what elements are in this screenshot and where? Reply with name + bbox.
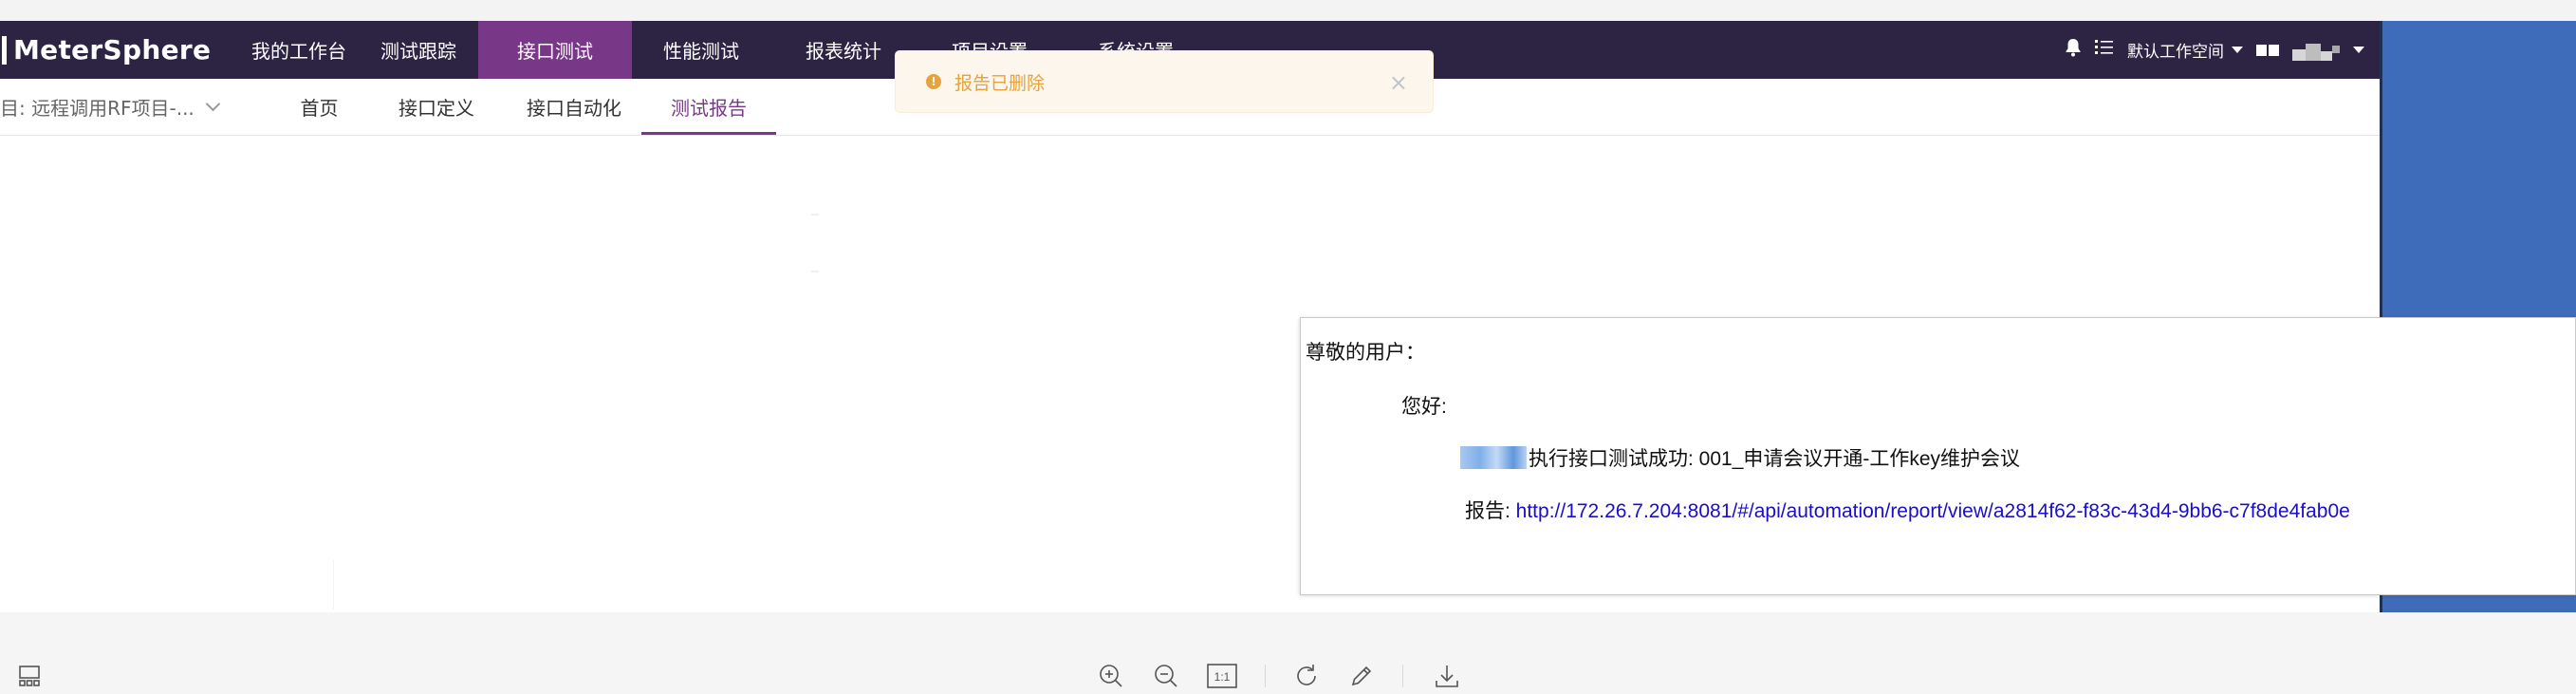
user-menu[interactable]: [2292, 40, 2364, 61]
caret-down-icon: [2353, 47, 2364, 53]
brand-mark: [2, 35, 7, 65]
toolbar-separator: [1265, 665, 1266, 687]
toast-text: 报告已删除: [954, 72, 1046, 94]
viewer-toolbar: 1:1: [0, 612, 2576, 694]
redacted-user-name: [1460, 446, 1527, 469]
subnav-item-home[interactable]: 首页: [292, 79, 346, 135]
window-top-strip: [0, 0, 2576, 21]
zoom-out-icon[interactable]: [1150, 662, 1182, 690]
menu-item-performance-test[interactable]: 性能测试: [632, 21, 770, 79]
report-link[interactable]: http://172.26.7.204:8081/#/api/automatio…: [1516, 500, 2350, 522]
workspace-selector[interactable]: 默认工作空间: [2127, 38, 2243, 62]
rotate-icon[interactable]: [1290, 662, 1323, 690]
language-icon[interactable]: [2256, 44, 2279, 56]
menu-item-api-test[interactable]: 接口测试: [478, 21, 632, 79]
email-report-line: 报告: http://172.26.7.204:8081/#/api/autom…: [1465, 496, 2350, 524]
actual-size-label: 1:1: [1214, 670, 1231, 684]
caret-down-icon: [2232, 47, 2243, 53]
project-name: 目: 远程调用RF项目-...: [0, 97, 195, 120]
download-icon[interactable]: [1431, 662, 1463, 690]
report-label: 报告:: [1465, 500, 1516, 522]
subnav-item-test-report[interactable]: 测试报告: [641, 79, 776, 135]
divider: [811, 214, 819, 216]
task-list-icon[interactable]: [2095, 39, 2114, 61]
toast-message: ! 报告已删除 ×: [895, 50, 1434, 113]
edit-icon[interactable]: [1345, 662, 1378, 690]
warning-icon: !: [926, 74, 941, 89]
brand-logo[interactable]: MeterSphere: [0, 21, 239, 79]
workspace-name: 默认工作空间: [2127, 43, 2224, 62]
subnav-item-api-automation[interactable]: 接口自动化: [521, 79, 627, 135]
email-notification-panel: 尊敬的用户： 您好: 执行接口测试成功: 001_申请会议开通-工作key维护会…: [1300, 317, 2576, 595]
zoom-in-icon[interactable]: [1095, 662, 1127, 690]
divider: [811, 271, 819, 272]
menu-item-test-track[interactable]: 测试跟踪: [359, 21, 478, 79]
chevron-down-icon: [205, 96, 221, 112]
email-greeting: 尊敬的用户：: [1306, 342, 1425, 364]
avatar: [2292, 40, 2345, 61]
email-message-line: 执行接口测试成功: 001_申请会议开通-工作key维护会议: [1460, 443, 2020, 472]
email-hello: 您好:: [1401, 396, 1447, 418]
close-icon[interactable]: ×: [1389, 71, 1408, 94]
bell-icon[interactable]: [2065, 38, 2082, 62]
email-message: 执行接口测试成功: 001_申请会议开通-工作key维护会议: [1529, 448, 2021, 470]
menu-item-workbench[interactable]: 我的工作台: [239, 21, 359, 79]
project-selector[interactable]: 目: 远程调用RF项目-...: [0, 93, 242, 121]
actual-size-icon[interactable]: 1:1: [1206, 662, 1238, 690]
toolbar-separator: [1402, 665, 1403, 687]
brand-name: MeterSphere: [13, 34, 212, 66]
divider: [333, 560, 334, 610]
subnav-item-api-definition[interactable]: 接口定义: [394, 79, 479, 135]
layout-icon[interactable]: [13, 662, 46, 690]
nav-right: 默认工作空间: [2065, 21, 2364, 79]
